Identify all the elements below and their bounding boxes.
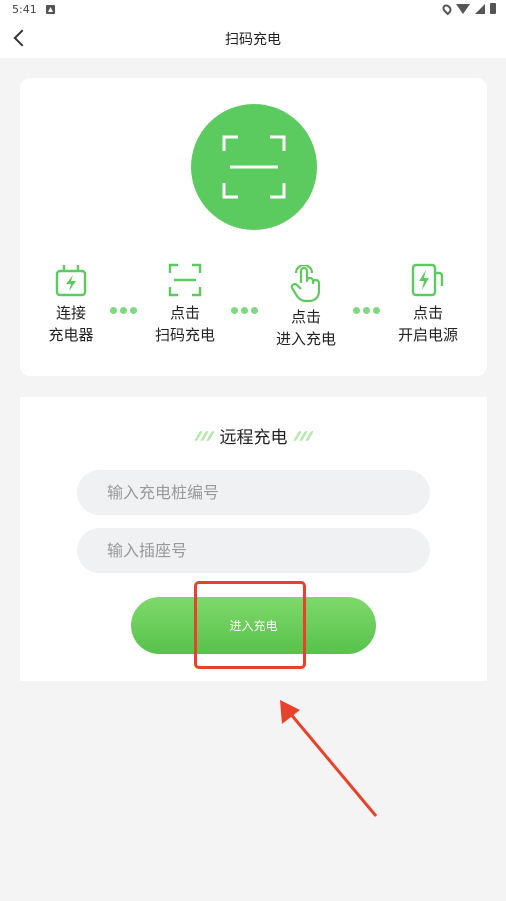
step-dots [231,307,258,314]
step-dots [110,307,137,314]
step-enter-charging: 点击 进入充电 [261,264,351,350]
step-scan: 点击 扫码充电 [140,260,230,346]
pile-number-input[interactable] [77,470,430,515]
remote-title: 远程充电 [219,428,288,448]
scan-icon [168,263,202,297]
step-dots [353,307,380,314]
scan-card: 连接 充电器 点击 扫码充电 点击 进入充电 点击 开启电源 [20,78,487,376]
step-label-line2: 进入充电 [275,330,336,348]
remote-title-row: 远程充电 [20,423,487,448]
location-icon [440,2,454,15]
step-label-line2: 扫码充电 [154,326,215,344]
status-icons [440,2,496,15]
status-time: 5:41 [12,3,37,16]
scan-icon [222,135,286,199]
step-connect-charger: 连接 充电器 [26,260,116,346]
step-label-line1: 点击 [290,308,321,326]
charging-station-icon [411,263,444,297]
decoration-left [193,430,215,441]
tap-hand-icon [290,265,321,303]
step-power-on: 点击 开启电源 [383,260,473,346]
nav-bar: 扫码充电 [0,20,506,58]
page-title: 扫码充电 [225,32,281,48]
notification-icon [46,5,55,14]
decoration-right [292,430,314,441]
annotation-arrow [280,700,378,817]
wifi-icon [456,3,470,14]
scan-button[interactable] [191,104,317,230]
step-label-line1: 点击 [169,304,200,322]
step-label-line2: 开启电源 [397,326,458,344]
step-label-line1: 点击 [412,304,443,322]
annotation-highlight-box [194,581,306,669]
signal-icon [475,3,485,14]
plug-icon [55,265,87,297]
socket-number-input[interactable] [77,528,430,573]
step-label-line1: 连接 [55,304,86,322]
step-label-line2: 充电器 [48,326,94,344]
status-bar: 5:41 [0,0,506,20]
battery-icon [490,3,496,14]
